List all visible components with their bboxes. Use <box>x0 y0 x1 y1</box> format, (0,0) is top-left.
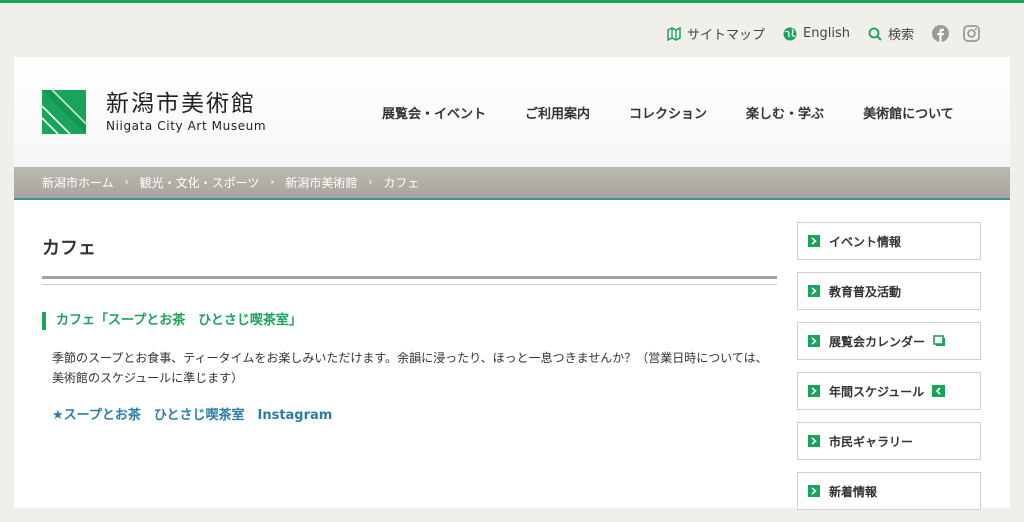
museum-logo-mark <box>42 90 86 134</box>
search-icon <box>868 27 882 41</box>
logo-japanese: 新潟市美術館 <box>106 91 256 117</box>
cafe-description: 季節のスープとお食事、ティータイムをお楽しみいただけます。余韻に浸ったり、ほっと… <box>52 351 768 385</box>
side-label: 新着情報 <box>829 484 878 499</box>
side-label: イベント情報 <box>829 234 902 249</box>
gnav-collection[interactable]: コレクション <box>629 103 707 122</box>
facebook-icon <box>932 25 949 42</box>
breadcrumb-separator-icon: › <box>368 177 373 188</box>
sitemap-label: サイトマップ <box>687 28 766 43</box>
top-accent-line <box>0 0 1024 3</box>
side-nav: イベント情報 教育普及活動 展覧会カレンダー 年間スケジュール 市民ギャラリー <box>797 222 981 522</box>
facebook-link[interactable] <box>932 25 949 42</box>
instagram-icon <box>963 25 980 42</box>
arrow-right-icon <box>808 385 820 397</box>
gnav-about[interactable]: 美術館について <box>863 103 954 122</box>
side-education[interactable]: 教育普及活動 <box>797 272 981 310</box>
english-label: English <box>803 26 850 41</box>
gnav-exhibitions[interactable]: 展覧会・イベント <box>382 103 486 122</box>
side-label: 年間スケジュール <box>829 384 925 399</box>
side-label: 市民ギャラリー <box>829 434 914 449</box>
breadcrumb-home[interactable]: 新潟市ホーム <box>42 174 114 191</box>
arrow-right-icon <box>808 235 820 247</box>
sitemap-link[interactable]: サイトマップ <box>667 24 765 43</box>
logo-english: Niigata City Art Museum <box>106 119 267 133</box>
content-area: カフェ カフェ「スープとお茶 ひとさじ喫茶室」 季節のスープとお食事、ティータイ… <box>14 200 1010 510</box>
side-citizen-gallery[interactable]: 市民ギャラリー <box>797 422 981 460</box>
breadcrumb: 新潟市ホーム › 観光・文化・スポーツ › 新潟市美術館 › カフェ <box>14 167 1010 198</box>
global-nav: 展覧会・イベント ご利用案内 コレクション 楽しむ・学ぶ 美術館について <box>382 103 993 122</box>
side-events[interactable]: イベント情報 <box>797 222 981 260</box>
arrow-right-icon <box>808 335 820 347</box>
breadcrumb-separator-icon: › <box>124 177 129 188</box>
breadcrumb-museum[interactable]: 新潟市美術館 <box>285 174 357 191</box>
side-calendar[interactable]: 展覧会カレンダー <box>797 322 981 360</box>
instagram-link[interactable] <box>963 25 980 42</box>
english-link[interactable]: English <box>783 26 850 41</box>
side-label: 教育普及活動 <box>829 284 902 299</box>
arrow-right-icon <box>808 285 820 297</box>
main-column: カフェ カフェ「スープとお茶 ひとさじ喫茶室」 季節のスープとお食事、ティータイ… <box>42 234 777 423</box>
arrow-right-icon <box>808 435 820 447</box>
breadcrumb-tourism[interactable]: 観光・文化・スポーツ <box>140 174 260 191</box>
map-icon <box>667 26 681 41</box>
page-title: カフェ <box>42 238 96 259</box>
search-label: 検索 <box>887 28 914 43</box>
title-divider <box>42 276 777 285</box>
instagram-text-link[interactable]: ★スープとお茶 ひとさじ喫茶室 Instagram <box>52 404 777 423</box>
section-heading: カフェ「スープとお茶 ひとさじ喫茶室」 <box>42 312 777 330</box>
new-window-icon <box>933 335 946 346</box>
arrow-right-icon <box>808 485 820 497</box>
utility-bar: サイトマップ English 検索 <box>649 24 980 43</box>
globe-icon <box>783 27 797 40</box>
side-news[interactable]: 新着情報 <box>797 472 981 510</box>
gnav-enjoy-learn[interactable]: 楽しむ・学ぶ <box>746 103 824 122</box>
site-logo[interactable]: 新潟市美術館 Niigata City Art Museum <box>42 90 266 134</box>
side-annual-schedule[interactable]: 年間スケジュール <box>797 372 981 410</box>
breadcrumb-current: カフェ <box>383 176 420 190</box>
site-header: 新潟市美術館 Niigata City Art Museum 展覧会・イベント … <box>14 57 1010 167</box>
pdf-link-icon <box>932 385 946 397</box>
gnav-visitor-guide[interactable]: ご利用案内 <box>525 103 590 122</box>
side-label: 展覧会カレンダー <box>829 334 926 349</box>
breadcrumb-separator-icon: › <box>270 177 275 188</box>
search-link[interactable]: 検索 <box>868 24 914 43</box>
